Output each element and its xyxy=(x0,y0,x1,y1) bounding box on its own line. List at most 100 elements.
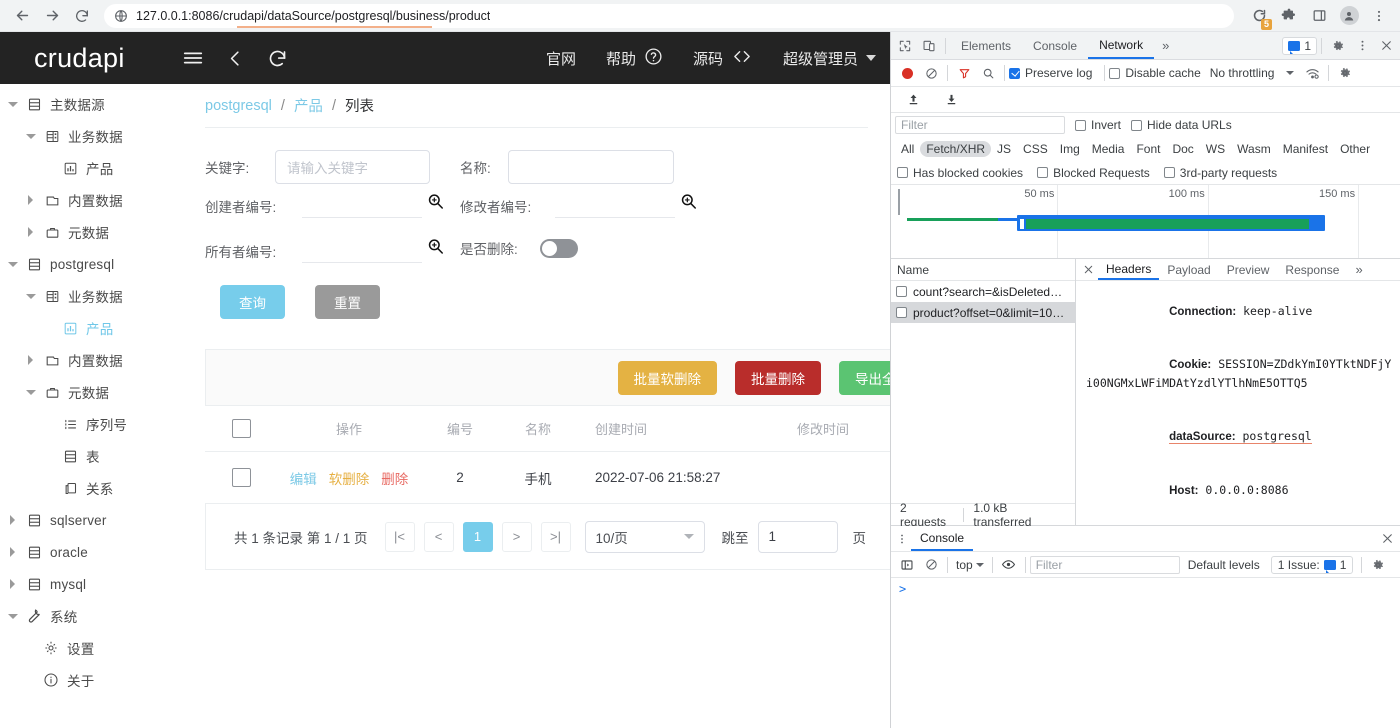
pagination-last[interactable]: >| xyxy=(540,521,571,552)
sidebar-item-metadata[interactable]: 元数据 xyxy=(0,376,205,408)
has-blocked-cookies-checkbox[interactable]: Has blocked cookies xyxy=(897,166,1023,180)
wifi-settings-icon[interactable] xyxy=(1300,61,1324,85)
chevron-down-icon[interactable] xyxy=(8,99,18,109)
soft-delete-link[interactable]: 软删除 xyxy=(329,468,370,488)
throttling-select[interactable]: No throttling xyxy=(1210,66,1295,80)
type-filter-other[interactable]: Other xyxy=(1334,141,1376,157)
type-filter-font[interactable]: Font xyxy=(1130,141,1166,157)
record-dot-icon[interactable] xyxy=(895,61,919,85)
creator-id-input[interactable] xyxy=(302,190,422,218)
sidebar-item-serial-number[interactable]: 序列号 xyxy=(0,408,205,440)
column-header-ops[interactable]: 操作 xyxy=(277,405,421,452)
pagination-prev[interactable]: < xyxy=(423,521,454,552)
gear-icon[interactable] xyxy=(1366,553,1390,577)
close-icon[interactable] xyxy=(1374,34,1398,58)
delete-link[interactable]: 删除 xyxy=(381,468,408,488)
third-party-requests-checkbox[interactable]: 3rd-party requests xyxy=(1163,166,1277,180)
chrome-menu-icon[interactable] xyxy=(1366,3,1392,29)
detail-tab-headers[interactable]: Headers xyxy=(1098,259,1160,280)
reload-icon[interactable] xyxy=(68,2,96,30)
execution-context-select[interactable]: top xyxy=(952,558,988,572)
reset-button[interactable]: 重置 xyxy=(315,285,380,319)
type-filter-ws[interactable]: WS xyxy=(1200,141,1231,157)
inspect-cursor-icon[interactable] xyxy=(893,34,917,58)
preserve-log-checkbox[interactable]: Preserve log xyxy=(1009,66,1092,80)
batch-soft-delete-button[interactable]: 批量软删除 xyxy=(617,360,717,395)
profile-avatar-icon[interactable] xyxy=(1336,3,1362,29)
select-all-checkbox[interactable] xyxy=(231,419,251,438)
column-header-modify-time[interactable]: 修改时间 xyxy=(767,405,890,452)
detail-more-tabs-icon[interactable]: » xyxy=(1347,262,1370,277)
magnifier-plus-icon[interactable] xyxy=(424,190,446,212)
log-levels-select[interactable]: Default levels xyxy=(1188,558,1263,572)
drawer-tab-console[interactable]: Console xyxy=(911,526,974,551)
hamburger-icon[interactable] xyxy=(182,47,204,69)
sidebar-item-system[interactable]: 系统 xyxy=(0,600,205,632)
pagination-page-1[interactable]: 1 xyxy=(462,521,493,552)
sidebar-item-settings[interactable]: 设置 xyxy=(0,632,205,664)
clear-prohibit-icon[interactable] xyxy=(919,61,943,85)
chevron-right-icon[interactable] xyxy=(8,547,18,557)
type-filter-img[interactable]: Img xyxy=(1054,141,1086,157)
console-sidebar-icon[interactable] xyxy=(895,553,919,577)
batch-delete-button[interactable]: 批量删除 xyxy=(735,360,821,395)
sidebar-item-relation[interactable]: 关系 xyxy=(0,472,205,504)
jump-page-input[interactable]: 1 xyxy=(757,520,838,553)
type-filter-fetch-xhr[interactable]: Fetch/XHR xyxy=(920,141,992,157)
user-menu[interactable]: 超级管理员 xyxy=(783,48,876,69)
sidepanel-icon[interactable] xyxy=(1306,3,1332,29)
funnel-icon[interactable] xyxy=(952,61,976,85)
more-tabs-icon[interactable]: » xyxy=(1154,38,1177,53)
sidebar-item-builtin-data[interactable]: 内置数据 xyxy=(0,184,205,216)
kebab-menu-icon[interactable] xyxy=(893,533,911,545)
detail-tab-response[interactable]: Response xyxy=(1277,259,1347,280)
sidebar-item-mysql[interactable]: mysql xyxy=(0,568,205,600)
search-icon[interactable] xyxy=(976,61,1000,85)
sidebar-item-table[interactable]: 表 xyxy=(0,440,205,472)
sync-icon[interactable]: 5 xyxy=(1246,3,1272,30)
detail-tab-preview[interactable]: Preview xyxy=(1219,259,1278,280)
table-row[interactable]: 编辑 软删除 删除 2 手机 2022-07-06 21:58:27 超级管理员 xyxy=(205,451,890,504)
console-output[interactable]: > xyxy=(891,578,1400,728)
gear-icon[interactable] xyxy=(1326,34,1350,58)
modifier-id-input[interactable] xyxy=(555,190,675,218)
console-filter-input[interactable]: Filter xyxy=(1029,555,1180,574)
tab-elements[interactable]: Elements xyxy=(950,32,1022,59)
type-filter-media[interactable]: Media xyxy=(1086,141,1131,157)
kebab-menu-icon[interactable] xyxy=(1350,34,1374,58)
column-header-create-time[interactable]: 创建时间 xyxy=(577,405,767,452)
upload-arrow-icon[interactable] xyxy=(901,88,925,112)
sidebar-item-builtin-data[interactable]: 内置数据 xyxy=(0,344,205,376)
sidebar-item-product[interactable]: 产品 xyxy=(0,152,205,184)
header-link-help[interactable]: 帮助 xyxy=(606,47,663,70)
column-header-id[interactable]: 编号 xyxy=(421,405,499,452)
sidebar-item-metadata[interactable]: 元数据 xyxy=(0,216,205,248)
breadcrumb-item-postgresql[interactable]: postgresql xyxy=(205,98,272,114)
request-list-header[interactable]: Name xyxy=(891,259,1075,281)
sidebar-item-sqlserver[interactable]: sqlserver xyxy=(0,504,205,536)
download-arrow-icon[interactable] xyxy=(939,88,963,112)
type-filter-css[interactable]: CSS xyxy=(1017,141,1054,157)
sidebar-item-main-datasource[interactable]: 主数据源 xyxy=(0,88,205,120)
chevron-down-icon[interactable] xyxy=(26,291,36,301)
keyword-input[interactable]: 请输入关键字 xyxy=(275,150,430,184)
detail-tab-payload[interactable]: Payload xyxy=(1159,259,1218,280)
invert-checkbox[interactable]: Invert xyxy=(1075,118,1121,132)
app-brand[interactable]: crudapi xyxy=(0,43,182,74)
breadcrumb-item-product[interactable]: 产品 xyxy=(294,95,323,116)
edit-link[interactable]: 编辑 xyxy=(290,468,317,488)
is-deleted-toggle[interactable] xyxy=(540,238,578,258)
eye-live-expression-icon[interactable] xyxy=(997,553,1021,577)
refresh-icon[interactable] xyxy=(267,48,288,69)
sidebar-item-about[interactable]: 关于 xyxy=(0,664,205,696)
sidebar-item-product-active[interactable]: 产品 xyxy=(0,312,205,344)
request-row[interactable]: count?search=&isDeleted… xyxy=(891,281,1075,302)
sidebar-item-business-data[interactable]: 业务数据 xyxy=(0,120,205,152)
chevron-right-icon[interactable] xyxy=(26,227,36,237)
chevron-right-icon[interactable] xyxy=(26,355,36,365)
owner-id-input[interactable] xyxy=(302,235,422,263)
type-filter-wasm[interactable]: Wasm xyxy=(1231,141,1277,157)
extensions-puzzle-icon[interactable] xyxy=(1276,3,1302,29)
close-icon[interactable] xyxy=(1376,532,1398,545)
hide-data-urls-checkbox[interactable]: Hide data URLs xyxy=(1131,118,1232,132)
